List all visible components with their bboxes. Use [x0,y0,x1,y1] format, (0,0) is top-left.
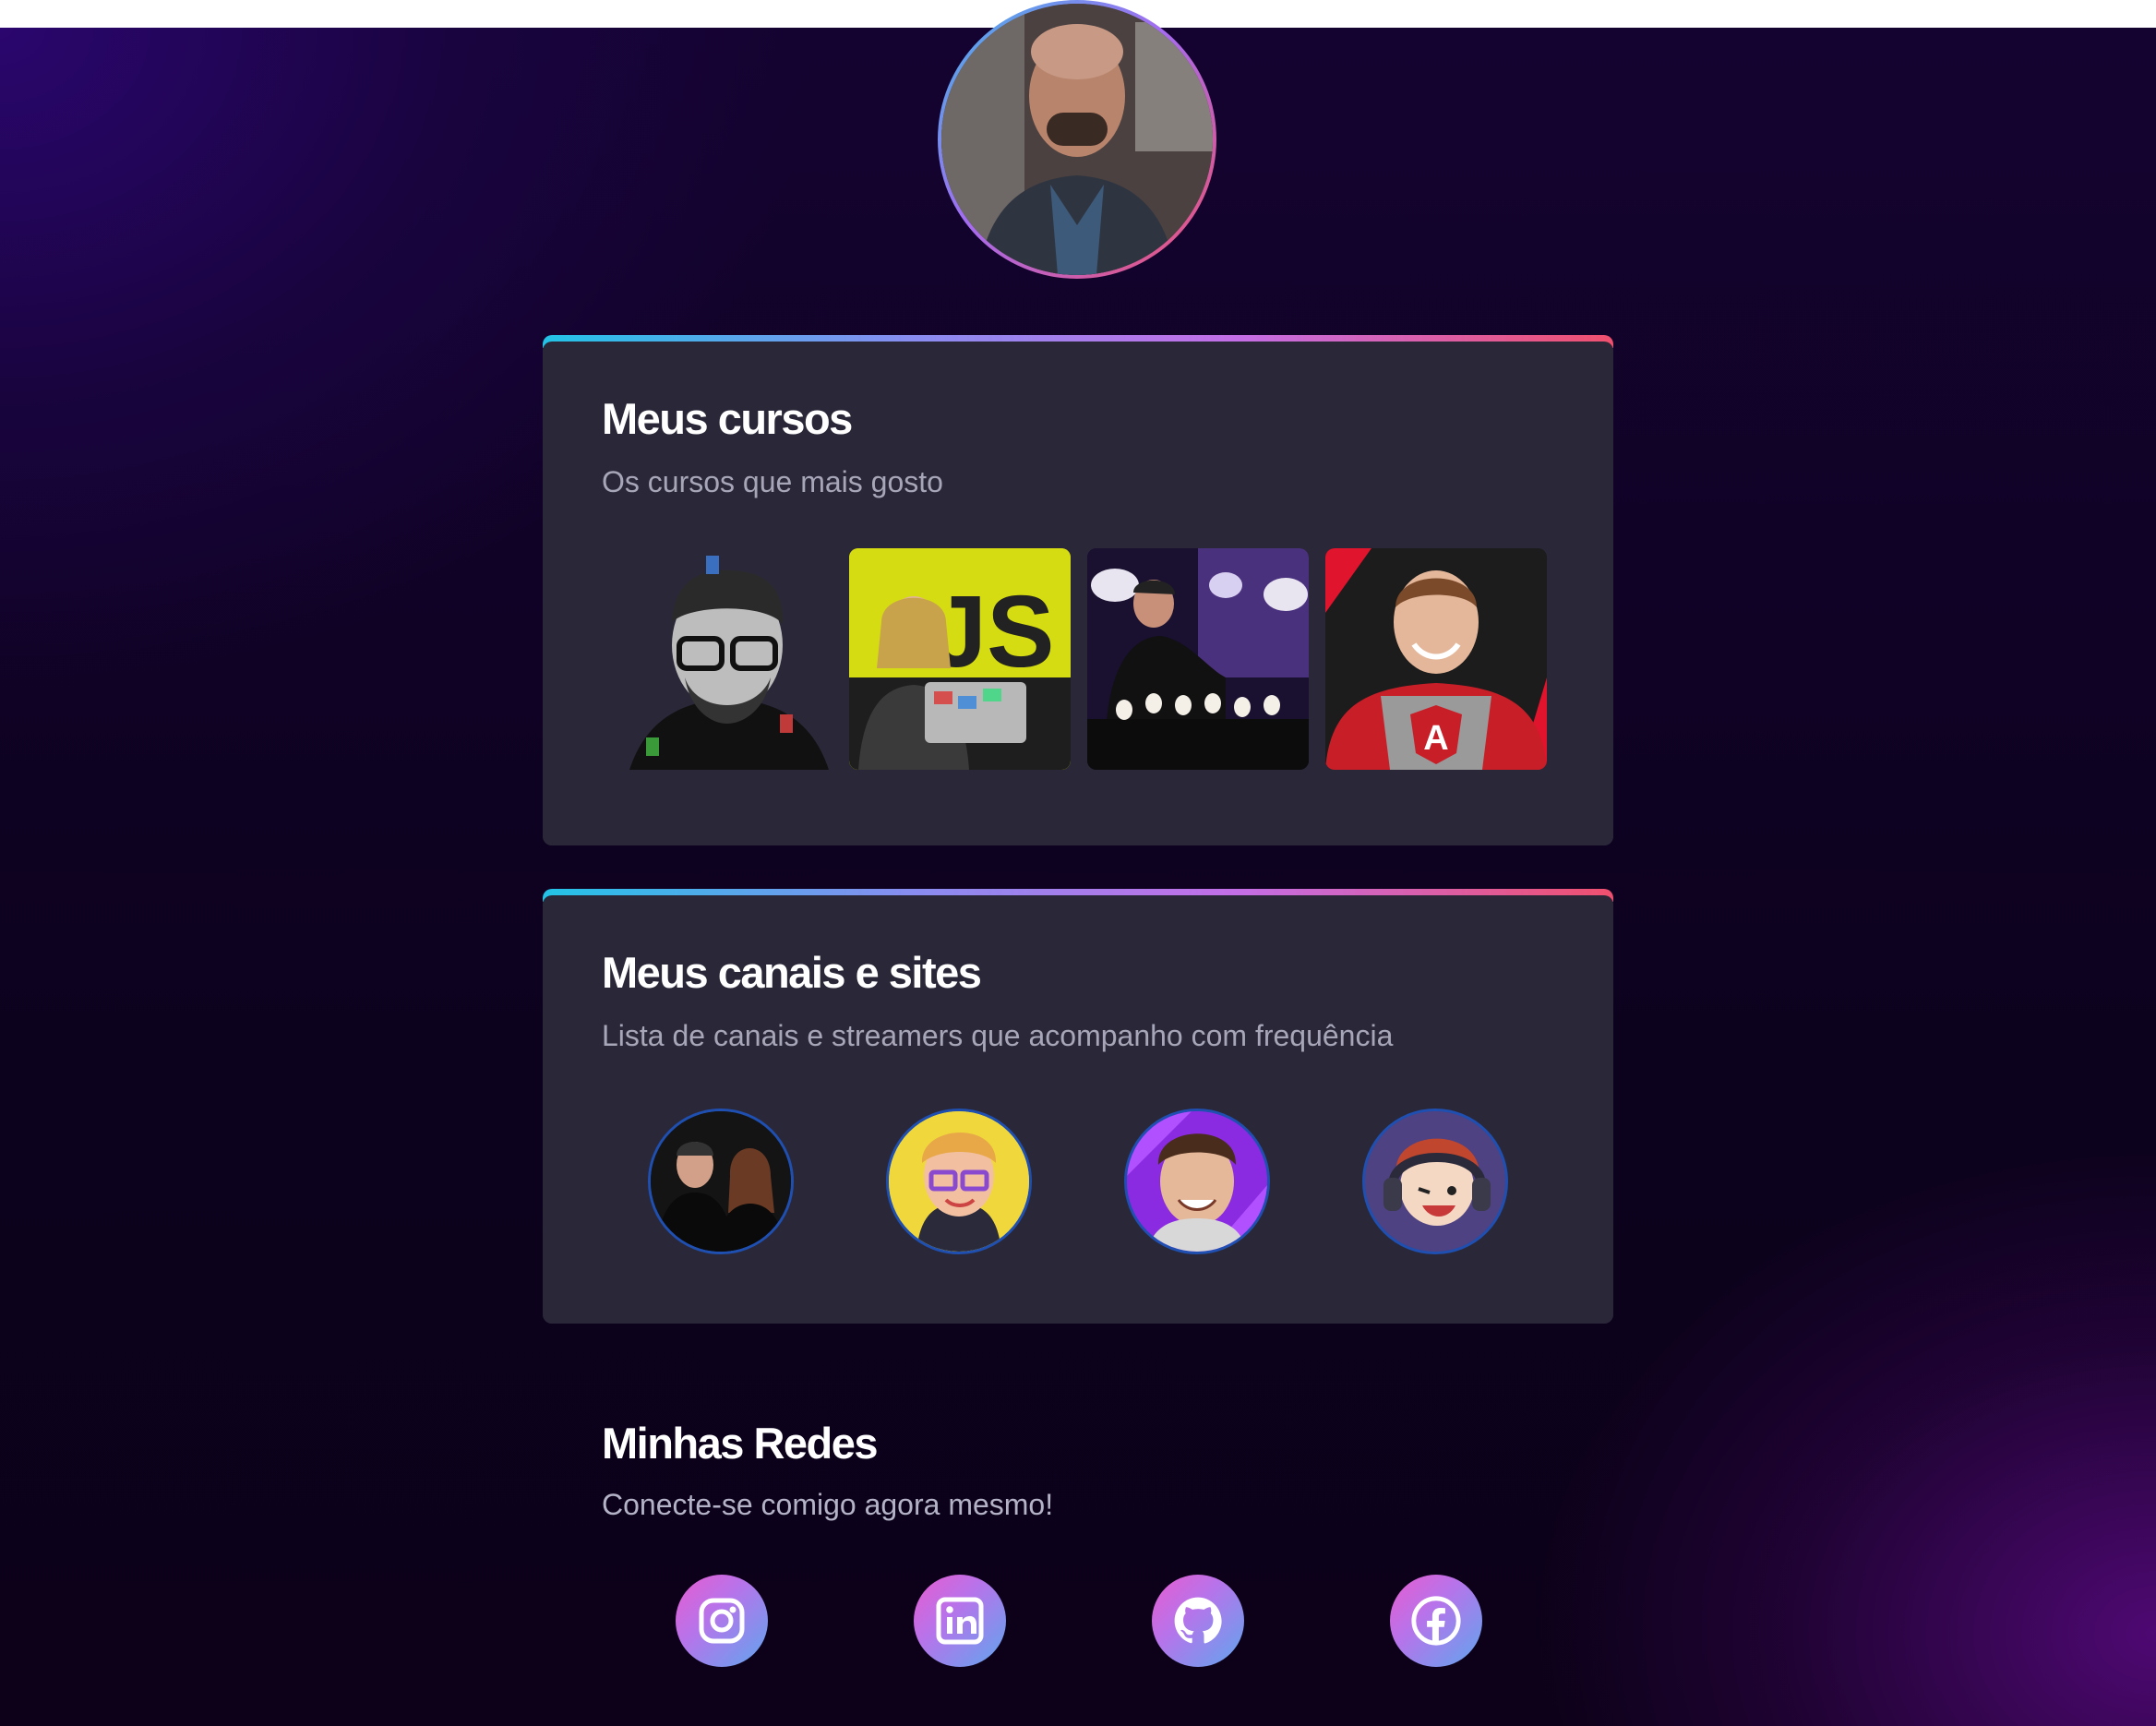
courses-card: Meus cursos Os cursos que mais gosto JS [543,335,1613,845]
facebook-icon [1409,1594,1463,1648]
page-background [0,28,2156,1726]
channels-subtitle: Lista de canais e streamers que acompanh… [602,1019,1394,1052]
course-js-badge: JS [930,575,1055,689]
channel-avatar-4[interactable] [1362,1109,1508,1254]
social-title: Minhas Redes [602,1419,879,1468]
courses-subtitle: Os cursos que mais gosto [602,465,943,498]
card-body: Meus cursos Os cursos que mais gosto JS [543,342,1613,845]
channel-avatar-2[interactable] [886,1109,1032,1254]
channel-avatar-3[interactable] [1124,1109,1270,1254]
linkedin-link[interactable] [914,1575,1006,1667]
linkedin-icon [934,1595,986,1647]
instagram-link[interactable] [676,1575,768,1667]
github-icon [1171,1594,1225,1648]
card-body: Meus canais e sites Lista de canais e st… [543,895,1613,1324]
angular-badge: A [1423,719,1448,758]
course-angular-photo[interactable]: A [1325,548,1547,770]
channels-title: Meus canais e sites [602,948,982,997]
channel-avatar-1[interactable] [648,1109,794,1254]
instagram-icon [696,1595,748,1647]
facebook-link[interactable] [1390,1575,1482,1667]
social-subtitle: Conecte-se comigo agora mesmo! [602,1488,1054,1521]
course-instructor-photo-3[interactable] [1087,548,1309,770]
channels-card: Meus canais e sites Lista de canais e st… [543,889,1613,1324]
courses-title: Meus cursos [602,394,853,443]
course-javascript-photo[interactable]: JS [849,548,1071,770]
profile-photo [941,4,1213,275]
github-link[interactable] [1152,1575,1244,1667]
course-instructor-photo-1[interactable] [618,548,840,770]
profile-avatar [938,0,1216,279]
